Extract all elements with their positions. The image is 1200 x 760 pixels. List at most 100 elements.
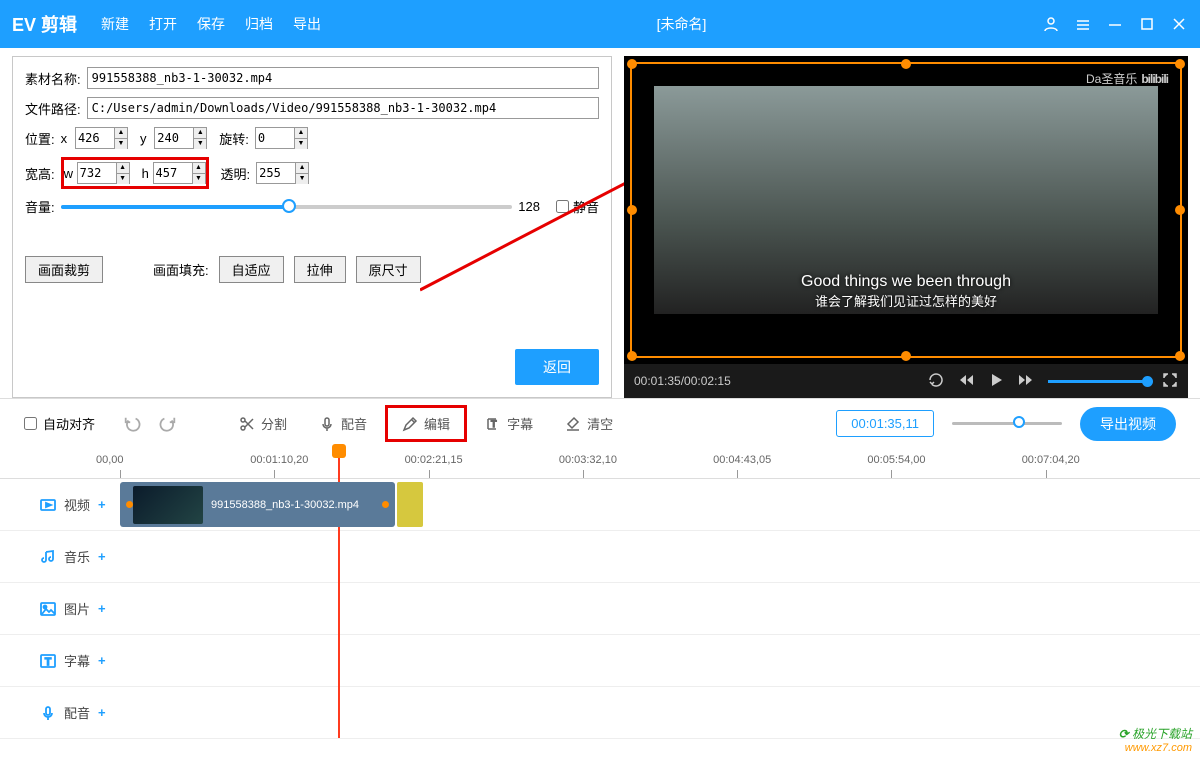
add-music-track[interactable]: + xyxy=(98,549,106,564)
subtitle-cn: 谁会了解我们见证过怎样的美好 xyxy=(801,291,1011,310)
video-clip[interactable]: 991558388_nb3-1-30032.mp4 xyxy=(120,482,395,527)
rotate-down[interactable]: ▼ xyxy=(295,139,307,149)
add-voice-track[interactable]: + xyxy=(98,705,106,720)
music-track-head: 音乐+ xyxy=(0,547,120,566)
hdn[interactable]: ▼ xyxy=(193,174,205,184)
aup[interactable]: ▲ xyxy=(296,163,308,174)
pos-y-input[interactable] xyxy=(154,127,194,149)
forward-icon[interactable] xyxy=(1018,372,1034,391)
pos-x-label: x xyxy=(61,131,68,146)
video-frame: Good things we been through 谁会了解我们见证过怎样的… xyxy=(654,86,1158,314)
properties-panel: 素材名称: 文件路径: 位置: x ▲▼ y ▲▼ 旋转: ▲▼ 宽高: w ▲… xyxy=(12,56,612,398)
close-icon[interactable] xyxy=(1170,15,1188,33)
edit-tool[interactable]: 编辑 xyxy=(385,405,467,442)
settings-icon[interactable] xyxy=(1074,15,1092,33)
handle-mr[interactable] xyxy=(1175,205,1185,215)
fill-label: 画面填充: xyxy=(153,260,209,279)
zoom-thumb[interactable] xyxy=(1013,416,1025,428)
loop-icon[interactable] xyxy=(928,372,944,391)
maximize-icon[interactable] xyxy=(1138,15,1156,33)
handle-tl[interactable] xyxy=(627,59,637,69)
pos-x-input[interactable] xyxy=(75,127,115,149)
handle-br[interactable] xyxy=(1175,351,1185,361)
size-h-input[interactable] xyxy=(153,162,193,184)
adn[interactable]: ▼ xyxy=(296,174,308,184)
menu-open[interactable]: 打开 xyxy=(149,14,177,34)
fullscreen-icon[interactable] xyxy=(1162,372,1178,391)
size-w-input[interactable] xyxy=(77,162,117,184)
menu-archive[interactable]: 归档 xyxy=(245,14,273,34)
document-title: [未命名] xyxy=(321,14,1042,34)
undo-icon[interactable] xyxy=(123,415,141,433)
minimize-icon[interactable] xyxy=(1106,15,1124,33)
handle-ml[interactable] xyxy=(627,205,637,215)
volume-thumb[interactable] xyxy=(282,199,296,213)
image-track-body[interactable] xyxy=(120,583,1200,634)
add-subtitle-track[interactable]: + xyxy=(98,653,106,668)
return-button[interactable]: 返回 xyxy=(515,349,599,385)
zoom-slider[interactable] xyxy=(952,422,1062,425)
file-path-input[interactable] xyxy=(87,97,599,119)
rotate-input[interactable] xyxy=(255,127,295,149)
window-controls xyxy=(1042,15,1188,33)
fill-original-button[interactable]: 原尺寸 xyxy=(356,256,421,283)
music-track-body[interactable] xyxy=(120,531,1200,582)
alpha-input[interactable] xyxy=(256,162,296,184)
pos-y-down[interactable]: ▼ xyxy=(194,139,206,149)
subtitle-track-body[interactable] xyxy=(120,635,1200,686)
video-canvas[interactable]: Good things we been through 谁会了解我们见证过怎样的… xyxy=(624,56,1188,364)
clear-tool[interactable]: 清空 xyxy=(551,408,627,439)
preview-panel: Good things we been through 谁会了解我们见证过怎样的… xyxy=(624,56,1188,398)
dub-tool[interactable]: 配音 xyxy=(305,408,381,439)
volume-slider[interactable] xyxy=(61,205,513,209)
pos-y-up[interactable]: ▲ xyxy=(194,128,206,139)
timeline-toolbar: 自动对齐 分割 配音 编辑 T字幕 清空 00:01:35,11 导出视频 xyxy=(0,398,1200,448)
svg-text:T: T xyxy=(491,419,497,429)
export-video-button[interactable]: 导出视频 xyxy=(1080,407,1176,441)
handle-tr[interactable] xyxy=(1175,59,1185,69)
material-name-input[interactable] xyxy=(87,67,599,89)
player-progress[interactable] xyxy=(1048,380,1148,383)
subtitle-tool[interactable]: T字幕 xyxy=(471,408,547,439)
menu-new[interactable]: 新建 xyxy=(101,14,129,34)
rewind-icon[interactable] xyxy=(958,372,974,391)
subtitle-en: Good things we been through xyxy=(801,273,1011,291)
rotate-up[interactable]: ▲ xyxy=(295,128,307,139)
handle-bl[interactable] xyxy=(627,351,637,361)
crop-button[interactable]: 画面裁剪 xyxy=(25,256,103,283)
pos-x-up[interactable]: ▲ xyxy=(115,128,127,139)
pos-y-label: y xyxy=(140,131,147,146)
subtitle-track-icon: T xyxy=(40,653,56,669)
user-icon[interactable] xyxy=(1042,15,1060,33)
split-tool[interactable]: 分割 xyxy=(225,408,301,439)
handle-bc[interactable] xyxy=(901,351,911,361)
size-highlight-annotation: w ▲▼ h ▲▼ xyxy=(61,157,209,189)
video-track-body[interactable]: 991558388_nb3-1-30032.mp4 xyxy=(120,479,1200,530)
redo-icon[interactable] xyxy=(159,415,177,433)
mute-checkbox[interactable] xyxy=(556,200,569,213)
fill-stretch-button[interactable]: 拉伸 xyxy=(294,256,346,283)
fill-auto-button[interactable]: 自适应 xyxy=(219,256,284,283)
menu-export[interactable]: 导出 xyxy=(293,14,321,34)
pos-x-down[interactable]: ▼ xyxy=(115,139,127,149)
app-name: EV 剪辑 xyxy=(12,11,77,37)
wdn[interactable]: ▼ xyxy=(117,174,129,184)
play-icon[interactable] xyxy=(988,372,1004,391)
add-image-track[interactable]: + xyxy=(98,601,106,616)
wup[interactable]: ▲ xyxy=(117,163,129,174)
player-controls: 00:01:35/00:02:15 xyxy=(624,364,1188,398)
menu-save[interactable]: 保存 xyxy=(197,14,225,34)
hup[interactable]: ▲ xyxy=(193,163,205,174)
handle-tc[interactable] xyxy=(901,59,911,69)
add-video-track[interactable]: + xyxy=(98,497,106,512)
voice-track-head: 配音+ xyxy=(0,703,120,722)
auto-align-checkbox[interactable] xyxy=(24,417,37,430)
video-clip-2[interactable] xyxy=(397,482,423,527)
volume-label: 音量: xyxy=(25,197,55,216)
voice-track-body[interactable] xyxy=(120,687,1200,738)
rotate-label: 旋转: xyxy=(219,129,249,148)
position-label: 位置: xyxy=(25,129,55,148)
timeline-ruler[interactable]: 00,00 00:01:10,20 00:02:21,15 00:03:32,1… xyxy=(120,454,1200,478)
image-track-head: 图片+ xyxy=(0,599,120,618)
file-path-label: 文件路径: xyxy=(25,99,81,118)
